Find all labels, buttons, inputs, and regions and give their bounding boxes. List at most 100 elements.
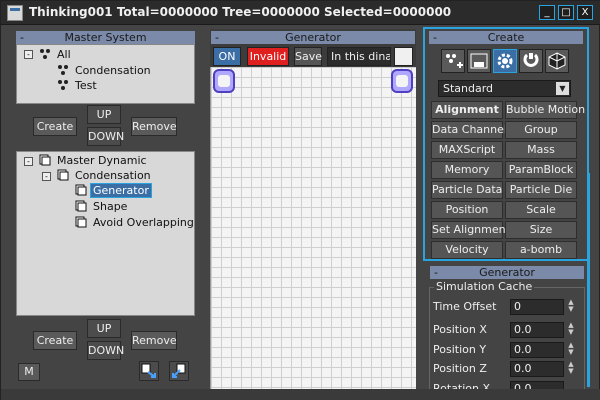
master-system-tree[interactable]: - All Condensation Test — [16, 44, 195, 104]
generator-props-header[interactable]: - Generator — [430, 266, 584, 279]
generator-canvas-header[interactable]: - Generator — [211, 31, 415, 44]
dynamic-name-field[interactable]: In this dinami — [327, 47, 391, 66]
down-dynamic-button[interactable]: DOWN — [87, 341, 124, 360]
data-channel-button[interactable]: Data Channel — [431, 121, 507, 139]
cube-icon — [548, 52, 566, 70]
close-button[interactable]: X — [577, 5, 593, 20]
a-bomb-button[interactable]: a-bomb — [505, 241, 577, 259]
add-node-button[interactable] — [441, 49, 465, 73]
category-dropdown-value: Standard — [443, 82, 494, 95]
export-node-icon — [141, 363, 156, 378]
rotation-x-label: Rotation X — [433, 382, 491, 389]
add-node-icon — [446, 54, 463, 68]
position-x-field[interactable]: 0.0 — [510, 322, 564, 338]
simulation-cache-label: Simulation Cache — [434, 280, 535, 293]
group-button[interactable]: Group — [505, 121, 577, 139]
tree-expander[interactable]: - — [24, 157, 33, 166]
dynamic-node-icon — [39, 154, 51, 166]
memory-button[interactable]: Memory — [431, 161, 503, 179]
category-dropdown[interactable]: Standard ▼ — [438, 80, 571, 97]
gear-node-button[interactable] — [493, 49, 517, 73]
particle-group-icon — [40, 49, 50, 59]
chevron-down-icon[interactable]: ▼ — [556, 82, 569, 95]
tree-item-all[interactable]: All — [39, 47, 73, 63]
tree-item-generator[interactable]: Generator — [75, 183, 152, 199]
create-panel-header[interactable]: - Create — [429, 31, 583, 44]
down-system-button[interactable]: DOWN — [87, 127, 124, 146]
paramblock-button[interactable]: ParamBlock — [505, 161, 577, 179]
collapse-icon[interactable]: - — [433, 31, 437, 44]
create-panel: - Create Standard ▼ Alignment Bubble Mot… — [423, 27, 589, 261]
save-button[interactable]: Save — [294, 47, 322, 66]
gear-icon — [497, 53, 513, 69]
create-panel-title: Create — [487, 31, 525, 44]
position-z-field[interactable]: 0.0 — [510, 361, 564, 377]
magnet-node-button[interactable] — [519, 49, 543, 73]
application-window: Thinking001 Total=0000000 Tree=0000000 S… — [0, 0, 600, 400]
position-y-label: Position Y — [433, 343, 487, 356]
magnet-icon — [523, 53, 539, 67]
color-swatch-button[interactable] — [394, 47, 413, 66]
tree-item-shape[interactable]: Shape — [75, 199, 129, 215]
remove-system-button[interactable]: Remove — [131, 117, 177, 136]
app-icon — [7, 5, 23, 21]
set-alignment-button[interactable]: Set Alignment — [431, 221, 510, 239]
dynamic-node-icon — [57, 169, 69, 181]
input-port[interactable] — [213, 69, 235, 93]
import-node-button[interactable] — [169, 361, 189, 381]
restore-button[interactable]: □ — [558, 5, 574, 20]
create-dynamic-button[interactable]: Create — [33, 331, 77, 350]
maxscript-button[interactable]: MAXScript — [431, 141, 503, 159]
props-scrollbar[interactable] — [587, 173, 590, 387]
position-z-label: Position Z — [433, 362, 487, 375]
cube-node-button[interactable] — [545, 49, 569, 73]
tree-item-condensation[interactable]: Condensation — [57, 168, 153, 184]
tree-expander[interactable]: - — [42, 172, 51, 181]
tree-item-condensation[interactable]: Condensation — [57, 63, 153, 79]
import-node-icon — [172, 363, 186, 378]
title-bar: Thinking001 Total=0000000 Tree=0000000 S… — [1, 1, 600, 25]
mass-button[interactable]: Mass — [505, 141, 577, 159]
particle-data-button[interactable]: Particle Data — [431, 181, 503, 199]
tree-item-master-dynamic[interactable]: Master Dynamic — [39, 153, 149, 169]
window-title: Thinking001 Total=0000000 Tree=0000000 S… — [29, 5, 452, 19]
rotation-x-field[interactable]: 0.0 — [510, 381, 564, 389]
minimize-button[interactable]: _ — [539, 5, 555, 20]
position-button[interactable]: Position — [431, 201, 503, 219]
position-z-spinner-icon[interactable]: ▲ ▼ — [566, 361, 576, 377]
node-graph-grid[interactable] — [210, 67, 416, 389]
up-system-button[interactable]: UP — [87, 105, 121, 124]
velocity-button[interactable]: Velocity — [431, 241, 503, 259]
position-y-field[interactable]: 0.0 — [510, 342, 564, 358]
particle-die-button[interactable]: Particle Die — [505, 181, 577, 199]
tree-item-test[interactable]: Test — [57, 78, 99, 94]
tree-expander[interactable]: - — [24, 50, 33, 59]
collapse-icon[interactable]: - — [20, 31, 24, 44]
counter-node-button[interactable] — [467, 49, 491, 73]
time-offset-spinner-icon[interactable]: ▲ ▼ — [566, 299, 576, 315]
up-dynamic-button[interactable]: UP — [87, 319, 121, 338]
invalid-status-button[interactable]: Invalid — [247, 47, 289, 66]
tree-item-avoid-overlapping[interactable]: Avoid Overlapping — [75, 215, 196, 231]
dynamic-node-icon — [75, 184, 87, 196]
collapse-icon[interactable]: - — [434, 266, 438, 279]
time-offset-field[interactable]: 0 — [510, 299, 564, 315]
alignment-button[interactable]: Alignment — [431, 101, 503, 119]
master-system-title: Master System — [64, 31, 147, 44]
position-y-spinner-icon[interactable]: ▲ ▼ — [566, 342, 576, 358]
position-x-label: Position X — [433, 323, 487, 336]
size-button[interactable]: Size — [505, 221, 577, 239]
collapse-icon[interactable]: - — [215, 31, 219, 44]
remove-dynamic-button[interactable]: Remove — [131, 331, 177, 350]
master-dynamic-tree[interactable]: - Master Dynamic - Condensation Generato… — [16, 151, 195, 316]
m-button[interactable]: M — [18, 363, 40, 381]
scale-button[interactable]: Scale — [505, 201, 577, 219]
bubble-motion-button[interactable]: Bubble Motion — [505, 101, 585, 119]
position-x-spinner-icon[interactable]: ▲ ▼ — [566, 322, 576, 338]
create-system-button[interactable]: Create — [33, 117, 77, 136]
on-toggle-button[interactable]: ON — [213, 47, 241, 66]
export-node-button[interactable] — [139, 361, 159, 381]
time-offset-label: Time Offset — [433, 300, 497, 313]
output-port[interactable] — [391, 69, 413, 93]
master-system-header[interactable]: - Master System — [16, 31, 195, 44]
